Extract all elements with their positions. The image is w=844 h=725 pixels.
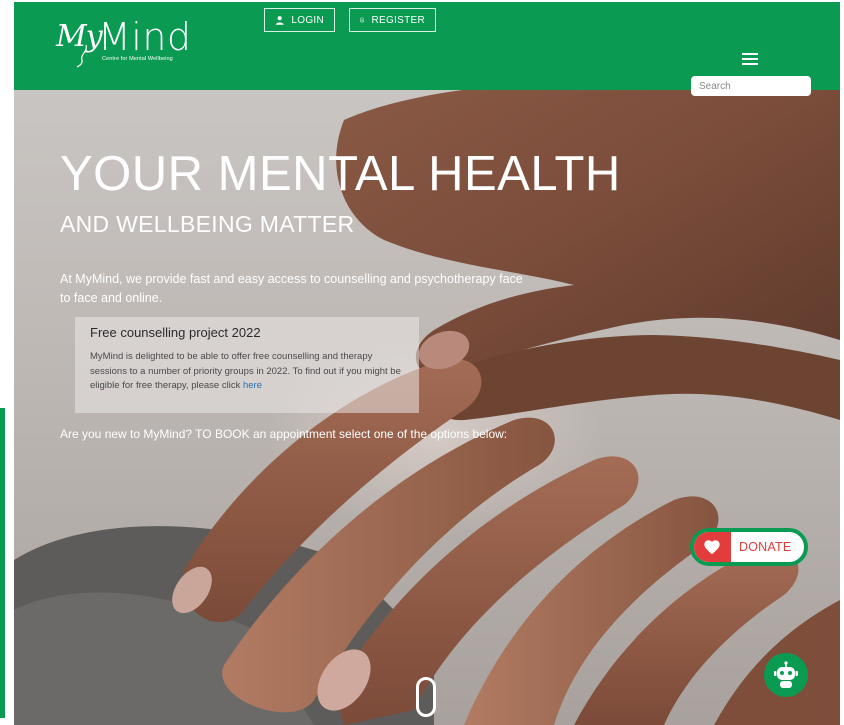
search-input[interactable] (691, 76, 811, 96)
hero-title: YOUR MENTAL HEALTH (60, 147, 621, 201)
free-counselling-notice: Free counselling project 2022 MyMind is … (75, 317, 419, 413)
register-button[interactable]: REGISTER (349, 8, 436, 32)
hamburger-icon[interactable] (742, 53, 758, 65)
hero-section: YOUR MENTAL HEALTH AND WELLBEING MATTER … (14, 90, 840, 725)
donate-label: DONATE (739, 540, 792, 554)
document-icon (360, 17, 365, 23)
notice-here-link[interactable]: here (243, 380, 262, 391)
register-label: REGISTER (371, 14, 425, 26)
page: YOUR MENTAL HEALTH AND WELLBEING MATTER … (14, 2, 840, 725)
logo-tagline: Centre for Mental Wellbeing (102, 56, 173, 62)
login-button[interactable]: LOGIN (264, 8, 335, 32)
login-label: LOGIN (291, 14, 324, 26)
notice-title: Free counselling project 2022 (90, 325, 261, 340)
logo-name: Mind (98, 15, 192, 59)
donate-button[interactable]: DONATE (690, 528, 808, 566)
user-icon (275, 16, 284, 25)
heart-icon (704, 540, 720, 555)
booking-prompt: Are you new to MyMind? TO BOOK an appoin… (60, 427, 508, 441)
hero-description: At MyMind, we provide fast and easy acce… (60, 272, 523, 305)
chatbot-button[interactable] (764, 653, 808, 697)
robot-icon (774, 661, 798, 688)
donate-icon-container (694, 532, 731, 562)
hero-subtitle: AND WELLBEING MATTER (60, 211, 355, 237)
mouse-scroll-icon[interactable] (416, 677, 436, 717)
notice-body: MyMind is delighted to be able to offer … (90, 350, 404, 394)
logo-swirl-icon (76, 44, 87, 68)
left-accent-bar (0, 408, 5, 718)
